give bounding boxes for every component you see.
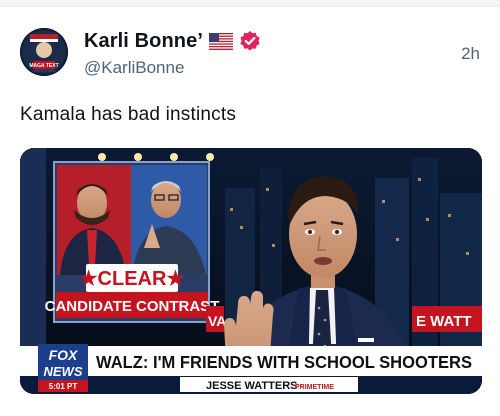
news-chyron: WALZ: I'M FRIENDS WITH SCHOOL SHOOTERS J… <box>20 346 482 394</box>
fox-news-logo: FOX NEWS 5:01 PT <box>38 344 88 392</box>
post-media-image[interactable]: ★CLEAR★ CANDIDATE CONTRAST VA E WATT WAL… <box>20 148 482 394</box>
side-banner-left: VA <box>208 313 226 329</box>
side-banner-right: E WATT <box>416 313 472 330</box>
author-name-row: Karli Bonne’ <box>84 28 261 54</box>
screen-portrait-left <box>57 165 131 275</box>
screen-portrait-right <box>131 165 207 275</box>
screen-label-top: ★CLEAR★ <box>80 268 185 290</box>
avatar[interactable]: MAGA TEXT <box>20 28 68 76</box>
verified-badge-icon <box>239 30 261 52</box>
post-timestamp[interactable]: 2h <box>461 44 480 64</box>
show-tag: PRIMETIME <box>295 384 334 391</box>
us-flag-icon <box>209 32 233 50</box>
chyron-headline: WALZ: I'M FRIENDS WITH SCHOOL SHOOTERS <box>96 352 472 372</box>
author-handle[interactable]: @KarliBonne <box>84 58 184 78</box>
network-time: 5:01 PT <box>49 382 78 391</box>
network-line1: FOX <box>49 347 79 363</box>
network-line2: NEWS <box>44 364 83 379</box>
screen-label-bottom: CANDIDATE CONTRAST <box>45 298 220 315</box>
avatar-badge-text: MAGA TEXT <box>29 63 58 69</box>
show-name: JESSE WATTERS <box>206 380 297 392</box>
post-text: Kamala has bad instincts <box>20 104 237 125</box>
top-divider <box>0 0 500 7</box>
display-name[interactable]: Karli Bonne’ <box>84 30 203 53</box>
